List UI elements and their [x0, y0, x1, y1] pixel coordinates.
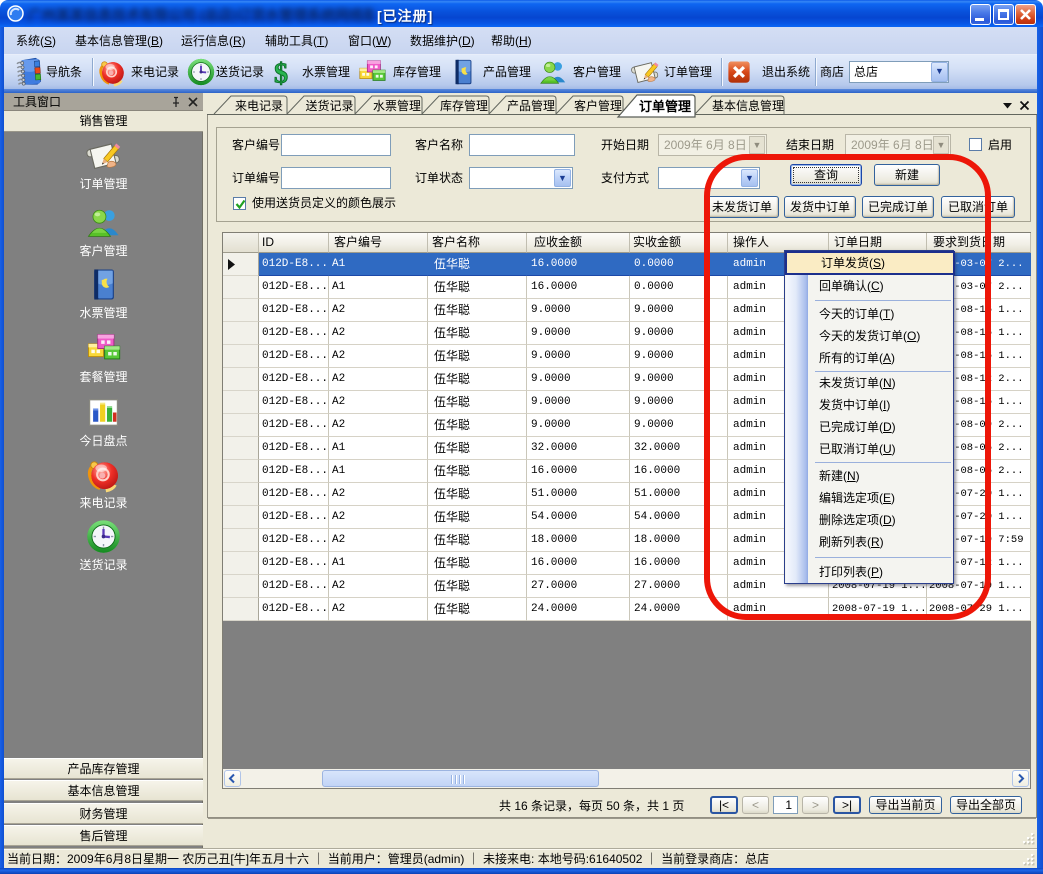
svg-text:$: $ — [274, 58, 288, 87]
svg-text:水票管理: 水票管理 — [373, 98, 421, 113]
svg-text:送货记录: 送货记录 — [305, 98, 353, 113]
svg-text:库存管理: 库存管理 — [440, 98, 488, 113]
svg-text:订单管理: 订单管理 — [639, 99, 691, 114]
svg-text:基本信息管理: 基本信息管理 — [712, 98, 784, 113]
svg-text:客户管理: 客户管理 — [574, 98, 622, 113]
svg-text:来电记录: 来电记录 — [235, 99, 283, 113]
svg-text:产品管理: 产品管理 — [507, 98, 555, 113]
